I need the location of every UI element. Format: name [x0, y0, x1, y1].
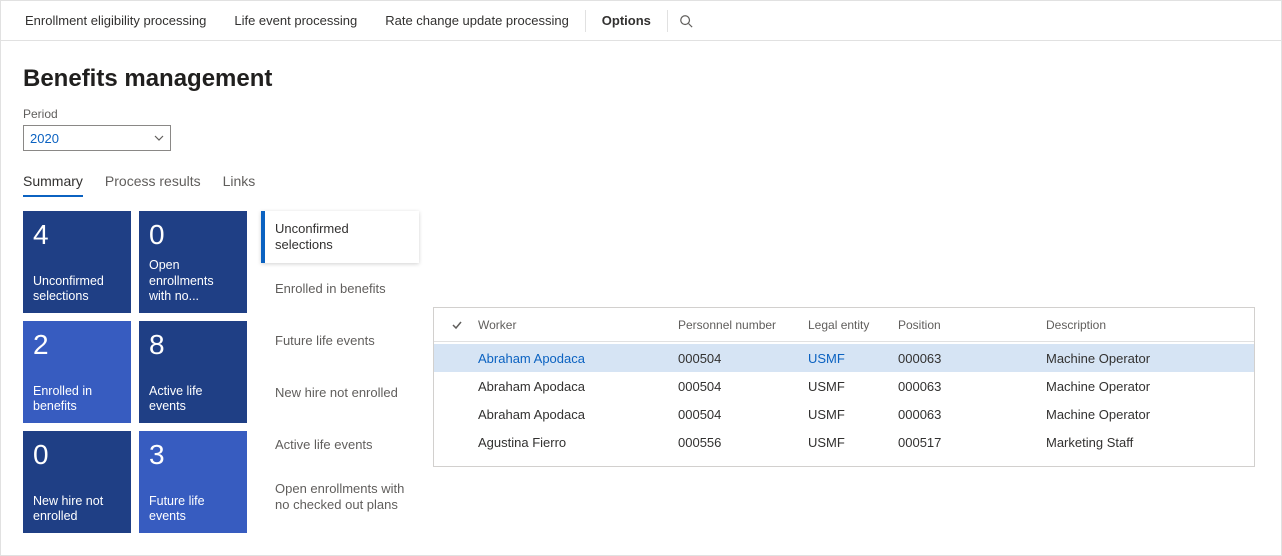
tabs: Summary Process results Links	[23, 173, 1259, 197]
tile-count: 2	[33, 331, 121, 359]
cell-description: Machine Operator	[1040, 379, 1254, 394]
select-all-checkbox[interactable]	[442, 319, 472, 331]
cell-legal-entity[interactable]: USMF	[802, 379, 892, 394]
cell-description: Machine Operator	[1040, 407, 1254, 422]
cell-legal-entity[interactable]: USMF	[802, 351, 892, 366]
tiles-grid: 4 Unconfirmed selections 0 Open enrollme…	[23, 211, 247, 533]
cell-personnel: 000504	[672, 379, 802, 394]
table-row[interactable]: Abraham Apodaca 000504 USMF 000063 Machi…	[434, 344, 1254, 372]
detail-item-future-life-events[interactable]: Future life events	[261, 315, 419, 367]
cell-personnel: 000556	[672, 435, 802, 450]
tile-count: 3	[149, 441, 237, 469]
tile-label: Open enrollments with no...	[149, 258, 237, 305]
tile-label: Enrolled in benefits	[33, 384, 121, 415]
tab-process-results[interactable]: Process results	[105, 173, 201, 197]
detail-item-new-hire-not-enrolled[interactable]: New hire not enrolled	[261, 367, 419, 419]
detail-item-active-life-events[interactable]: Active life events	[261, 419, 419, 471]
search-button[interactable]	[670, 14, 702, 28]
column-header-personnel[interactable]: Personnel number	[672, 318, 802, 332]
column-header-worker[interactable]: Worker	[472, 318, 672, 332]
table-row[interactable]: Abraham Apodaca 000504 USMF 000063 Machi…	[434, 400, 1254, 428]
tile-label: Future life events	[149, 494, 237, 525]
page-title: Benefits management	[23, 65, 1259, 93]
tile-enrolled-in-benefits[interactable]: 2 Enrolled in benefits	[23, 321, 131, 423]
cell-worker[interactable]: Agustina Fierro	[472, 435, 672, 450]
tile-unconfirmed-selections[interactable]: 4 Unconfirmed selections	[23, 211, 131, 313]
summary-layout: 4 Unconfirmed selections 0 Open enrollme…	[23, 211, 1259, 533]
tile-future-life-events[interactable]: 3 Future life events	[139, 431, 247, 533]
tile-label: Active life events	[149, 384, 237, 415]
table-row[interactable]: Abraham Apodaca 000504 USMF 000063 Machi…	[434, 372, 1254, 400]
tab-summary[interactable]: Summary	[23, 173, 83, 197]
toolbar-separator	[667, 10, 668, 32]
grid-body: Abraham Apodaca 000504 USMF 000063 Machi…	[434, 342, 1254, 466]
table-row[interactable]: Agustina Fierro 000556 USMF 000517 Marke…	[434, 428, 1254, 456]
period-select[interactable]: 2020	[23, 125, 171, 151]
cell-position: 000517	[892, 435, 1040, 450]
cell-worker[interactable]: Abraham Apodaca	[472, 351, 672, 366]
tile-count: 4	[33, 221, 121, 249]
grid-header-row: Worker Personnel number Legal entity Pos…	[434, 308, 1254, 342]
cell-position: 000063	[892, 351, 1040, 366]
toolbar-item-options[interactable]: Options	[588, 1, 665, 40]
cell-personnel: 000504	[672, 407, 802, 422]
cell-personnel: 000504	[672, 351, 802, 366]
toolbar-item-enrollment-eligibility[interactable]: Enrollment eligibility processing	[11, 1, 220, 40]
column-header-description[interactable]: Description	[1040, 318, 1254, 332]
cell-worker[interactable]: Abraham Apodaca	[472, 379, 672, 394]
tab-links[interactable]: Links	[223, 173, 256, 197]
tile-new-hire-not-enrolled[interactable]: 0 New hire not enrolled	[23, 431, 131, 533]
check-icon	[451, 319, 463, 331]
toolbar-separator	[585, 10, 586, 32]
cell-description: Machine Operator	[1040, 351, 1254, 366]
tile-active-life-events[interactable]: 8 Active life events	[139, 321, 247, 423]
column-header-legal-entity[interactable]: Legal entity	[802, 318, 892, 332]
column-header-position[interactable]: Position	[892, 318, 1040, 332]
tile-count: 0	[33, 441, 121, 469]
cell-legal-entity[interactable]: USMF	[802, 435, 892, 450]
period-label: Period	[23, 107, 1259, 121]
tile-label: New hire not enrolled	[33, 494, 121, 525]
cell-worker[interactable]: Abraham Apodaca	[472, 407, 672, 422]
cell-position: 000063	[892, 379, 1040, 394]
cell-description: Marketing Staff	[1040, 435, 1254, 450]
chevron-down-icon	[154, 131, 164, 146]
detail-item-open-enrollments-no-plans[interactable]: Open enrollments with no checked out pla…	[261, 471, 419, 523]
tile-label: Unconfirmed selections	[33, 274, 121, 305]
period-value: 2020	[30, 131, 59, 146]
tile-count: 0	[149, 221, 237, 249]
tile-open-enrollments[interactable]: 0 Open enrollments with no...	[139, 211, 247, 313]
detail-list: Unconfirmed selections Enrolled in benef…	[261, 211, 419, 533]
toolbar-item-life-event[interactable]: Life event processing	[220, 1, 371, 40]
grid-container: Worker Personnel number Legal entity Pos…	[433, 307, 1259, 533]
cell-position: 000063	[892, 407, 1040, 422]
cell-legal-entity[interactable]: USMF	[802, 407, 892, 422]
search-icon	[679, 14, 693, 28]
detail-item-enrolled-in-benefits[interactable]: Enrolled in benefits	[261, 263, 419, 315]
page-content: Benefits management Period 2020 Summary …	[1, 41, 1281, 533]
workers-grid: Worker Personnel number Legal entity Pos…	[433, 307, 1255, 467]
tile-count: 8	[149, 331, 237, 359]
top-toolbar: Enrollment eligibility processing Life e…	[1, 1, 1281, 41]
toolbar-item-rate-change[interactable]: Rate change update processing	[371, 1, 583, 40]
detail-item-unconfirmed-selections[interactable]: Unconfirmed selections	[261, 211, 419, 263]
